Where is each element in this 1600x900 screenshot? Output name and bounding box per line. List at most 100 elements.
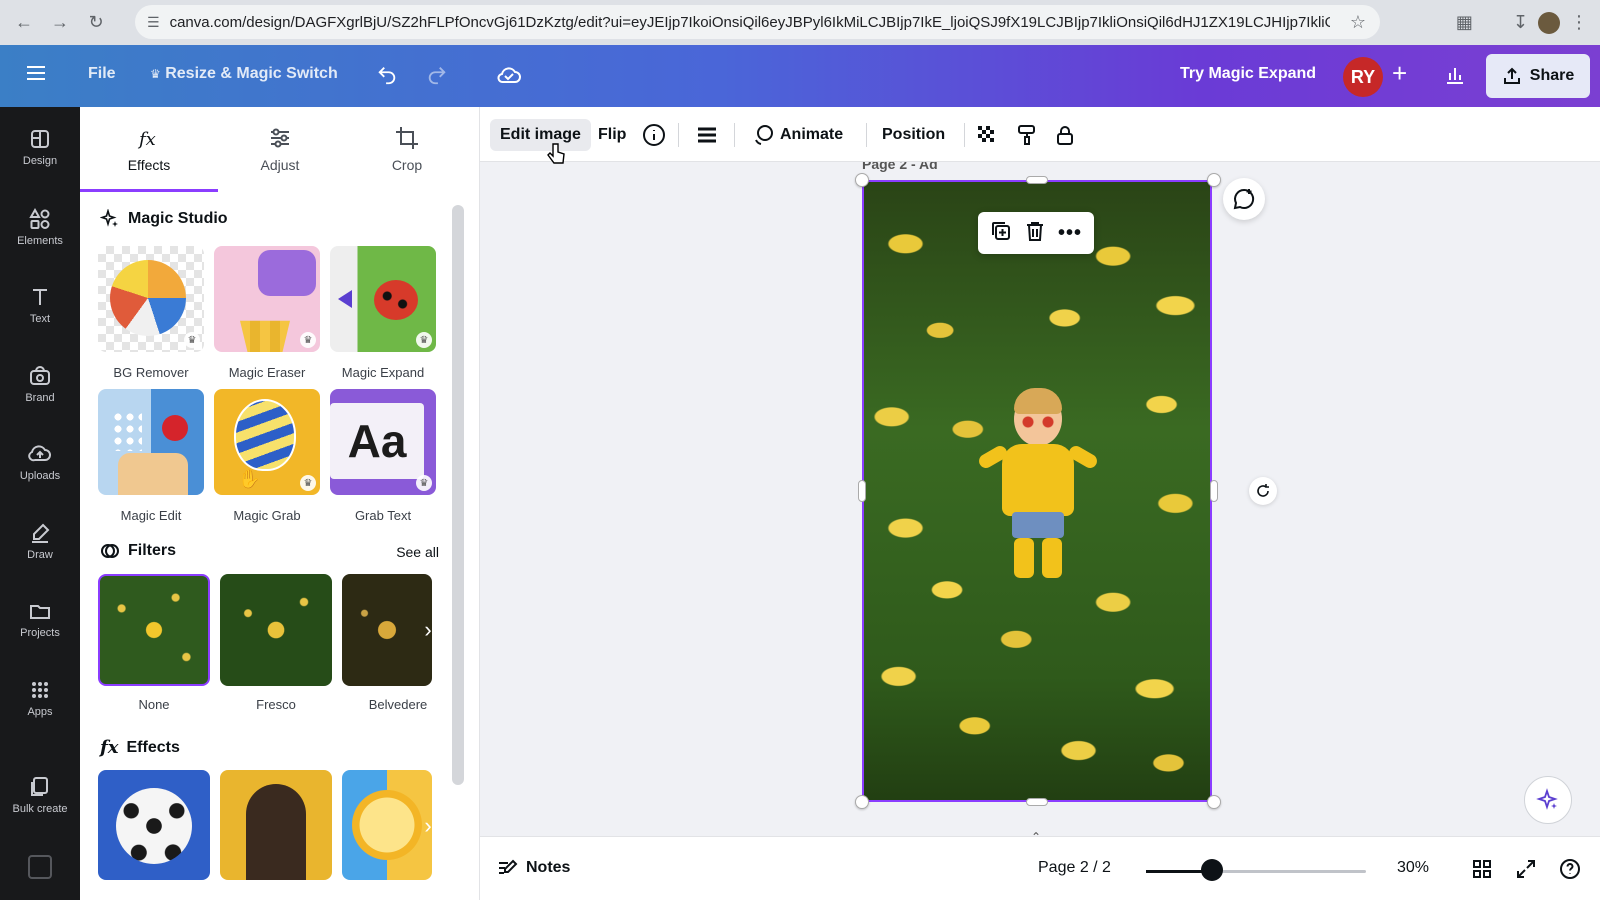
filter-fresco-tile[interactable]	[220, 574, 332, 686]
border-style-icon[interactable]	[696, 119, 718, 151]
rail-item-elements[interactable]: Elements	[0, 197, 80, 267]
reload-icon[interactable]: ↻	[78, 5, 114, 41]
rail-item-projects[interactable]: Projects	[0, 589, 80, 659]
rail-label: Draw	[27, 549, 53, 561]
filter-none-tile[interactable]	[98, 574, 210, 686]
tab-effects[interactable]: fx Effects	[94, 107, 204, 192]
toolbar-divider	[678, 123, 679, 147]
page-count[interactable]: Page 2 / 2	[1038, 859, 1111, 877]
resize-handle-left[interactable]	[858, 480, 866, 502]
fx-icon: fx	[100, 737, 119, 758]
filters-see-all-link[interactable]: See all	[396, 544, 439, 560]
zoom-value[interactable]: 30%	[1397, 859, 1429, 877]
copy-style-icon[interactable]	[1016, 119, 1038, 151]
zoom-slider-track[interactable]	[1146, 870, 1366, 873]
download-icon[interactable]: ↧	[1513, 12, 1528, 33]
insights-chart-icon[interactable]	[1440, 60, 1470, 90]
edit-image-button[interactable]: Edit image	[490, 119, 591, 151]
transparency-icon[interactable]	[976, 119, 998, 151]
resize-handle-top-left[interactable]	[855, 173, 869, 187]
draw-icon	[32, 523, 50, 543]
grid-view-icon[interactable]	[1468, 855, 1496, 883]
elements-icon	[29, 207, 50, 229]
file-menu[interactable]: File	[88, 65, 116, 83]
editor-header: File ♛ Resize & Magic Switch Try Magic E…	[0, 45, 1600, 107]
redo-icon[interactable]	[422, 60, 452, 90]
balloon-image	[234, 399, 296, 471]
magic-media-icon[interactable]	[28, 855, 52, 879]
tab-label: Crop	[391, 157, 423, 173]
undo-icon[interactable]	[372, 60, 402, 90]
magic-edit-tile[interactable]	[98, 389, 204, 495]
trash-icon[interactable]	[1024, 220, 1046, 247]
tab-adjust[interactable]: Adjust	[225, 107, 335, 192]
resize-handle-right[interactable]	[1210, 480, 1218, 502]
resize-handle-bottom-left[interactable]	[855, 795, 869, 809]
avatar[interactable]: RY	[1343, 57, 1383, 97]
effect-portrait-tile[interactable]	[220, 770, 332, 880]
rail-item-draw[interactable]: Draw	[0, 511, 80, 581]
crown-icon: ♛	[150, 67, 161, 81]
tab-label: Adjust	[260, 157, 300, 173]
comment-add-icon[interactable]	[1223, 178, 1265, 220]
more-options-icon[interactable]: •••	[1058, 222, 1082, 245]
flip-button[interactable]: Flip	[598, 119, 626, 151]
rail-item-text[interactable]: Text	[0, 275, 80, 345]
help-icon[interactable]	[1556, 855, 1584, 883]
resize-handle-bottom-right[interactable]	[1207, 795, 1221, 809]
grab-text-tile[interactable]: Aa ♛	[330, 389, 436, 495]
animate-button[interactable]: Animate	[752, 119, 843, 151]
magic-expand-tile[interactable]: ♛	[330, 246, 436, 352]
resize-magic-switch-button[interactable]: ♛ Resize & Magic Switch	[150, 65, 338, 83]
profile-icon[interactable]	[1538, 11, 1560, 34]
magic-eraser-tile[interactable]: ♛	[214, 246, 320, 352]
zoom-slider-handle[interactable]	[1201, 859, 1223, 881]
chevron-right-icon[interactable]: ›	[416, 813, 440, 838]
rail-item-design[interactable]: Design	[0, 117, 80, 187]
browser-menu-icon[interactable]: ⋮	[1570, 12, 1588, 33]
duplicate-icon[interactable]	[990, 220, 1012, 247]
child-figure	[976, 388, 1100, 592]
bulk-create-icon	[31, 777, 48, 796]
resize-handle-top-right[interactable]	[1207, 173, 1221, 187]
hand-image	[118, 453, 188, 495]
rail-item-brand[interactable]: Brand	[0, 354, 80, 424]
info-icon[interactable]	[642, 119, 666, 151]
tab-crop[interactable]: Crop	[352, 107, 462, 192]
resize-handle-top[interactable]	[1026, 176, 1048, 184]
rail-item-apps[interactable]: Apps	[0, 668, 80, 738]
forward-icon[interactable]: →	[42, 5, 78, 41]
magic-assistant-button[interactable]	[1524, 776, 1572, 824]
fullscreen-icon[interactable]	[1512, 855, 1540, 883]
effect-soccer-ball-tile[interactable]	[98, 770, 210, 880]
rail-item-bulk-create[interactable]: Bulk create	[0, 765, 80, 835]
resize-handle-bottom[interactable]	[1026, 798, 1048, 806]
try-magic-expand-button[interactable]: Try Magic Expand	[1180, 65, 1316, 83]
add-collaborator-icon[interactable]: +	[1392, 58, 1407, 89]
rail-item-uploads[interactable]: Uploads	[0, 432, 80, 502]
design-icon	[31, 130, 49, 148]
rail-label: Bulk create	[12, 803, 68, 815]
bg-remover-tile[interactable]: ♛	[98, 246, 204, 352]
position-button[interactable]: Position	[882, 119, 945, 151]
magic-grab-tile[interactable]: ✋ ♛	[214, 389, 320, 495]
bookmark-star-icon[interactable]: ☆	[1350, 12, 1366, 33]
extensions-icon[interactable]: ▦	[1456, 12, 1473, 33]
yellow-shirt	[1002, 444, 1074, 516]
rotate-icon[interactable]	[1249, 477, 1277, 505]
cloud-saved-icon[interactable]	[494, 60, 524, 90]
selected-image-element[interactable]	[862, 180, 1212, 802]
browser-actions: ▦ ↧ ⋮	[1456, 0, 1600, 45]
back-icon[interactable]: ←	[6, 5, 42, 41]
design-canvas[interactable]: Page 2 - Ad •••	[480, 162, 1600, 836]
text-sample-card: Aa	[330, 403, 424, 479]
lock-icon[interactable]	[1054, 119, 1076, 151]
address-bar[interactable]: ☰ canva.com/design/DAGFXgrlBjU/SZ2hFLPfO…	[135, 5, 1380, 39]
panel-scrollbar[interactable]	[452, 205, 464, 785]
share-button[interactable]: Share	[1486, 54, 1590, 98]
notes-button[interactable]: Notes	[496, 857, 570, 879]
menu-icon[interactable]	[27, 66, 45, 80]
site-settings-icon[interactable]: ☰	[147, 14, 160, 31]
rail-label: Design	[22, 155, 58, 167]
chevron-right-icon[interactable]: ›	[416, 617, 440, 642]
